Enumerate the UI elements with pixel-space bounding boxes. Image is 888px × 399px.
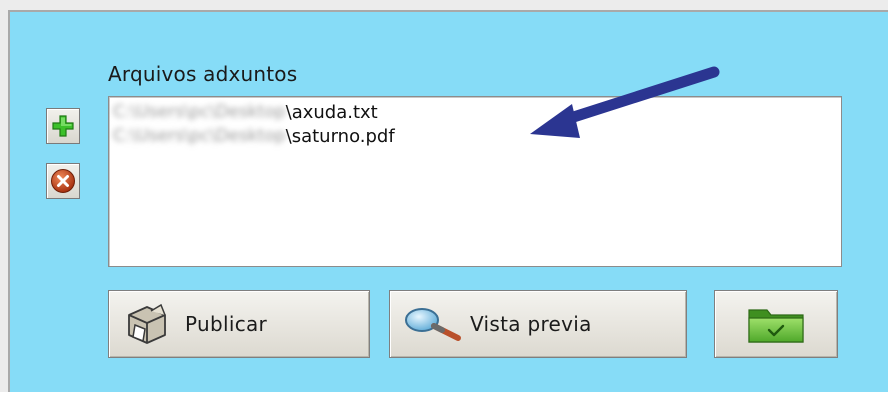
- confirm-folder-button[interactable]: [714, 290, 838, 358]
- preview-label: Vista previa: [470, 312, 592, 336]
- folder-check-icon: [748, 309, 804, 343]
- file-name: \saturno.pdf: [285, 125, 395, 147]
- list-item[interactable]: C:\Users\pc\Desktop \saturno.pdf: [113, 125, 395, 147]
- attachments-label: Arquivos adxuntos: [108, 62, 298, 86]
- add-attachment-button[interactable]: [46, 108, 80, 144]
- package-box-icon: [128, 303, 166, 344]
- publish-label: Publicar: [185, 312, 268, 336]
- blurred-path: C:\Users\pc\Desktop: [113, 102, 286, 122]
- remove-attachment-button[interactable]: [46, 163, 80, 199]
- publish-button[interactable]: Publicar: [108, 290, 370, 358]
- remove-icon: [51, 169, 75, 193]
- magnifier-icon: [405, 308, 461, 341]
- list-item[interactable]: C:\Users\pc\Desktop \axuda.txt: [113, 101, 378, 123]
- bottom-strip: [0, 392, 888, 399]
- attachments-list[interactable]: C:\Users\pc\Desktop \axuda.txt C:\Users\p…: [108, 96, 842, 267]
- plus-icon: [52, 115, 74, 137]
- blurred-path: C:\Users\pc\Desktop: [113, 126, 286, 146]
- file-name: \axuda.txt: [285, 101, 378, 123]
- preview-button[interactable]: Vista previa: [389, 290, 687, 358]
- annotation-arrow-icon: [530, 66, 720, 138]
